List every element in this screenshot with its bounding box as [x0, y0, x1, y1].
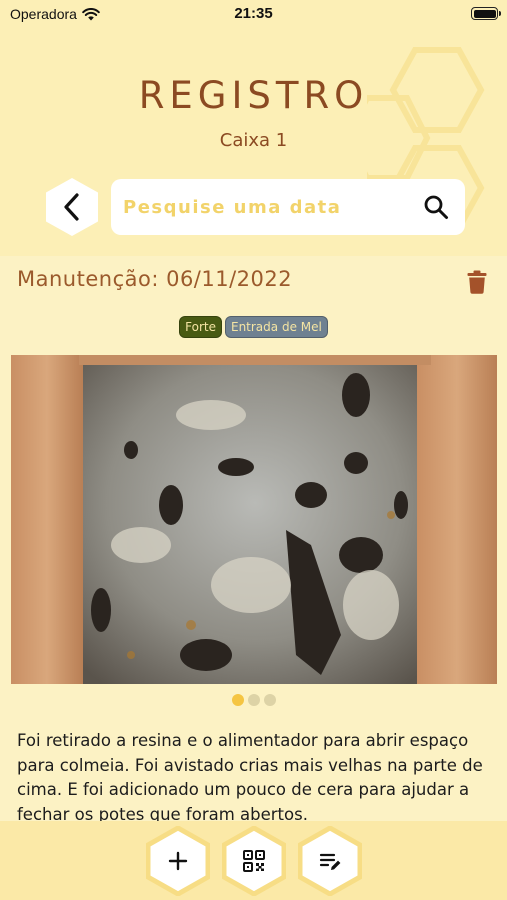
pagination-dot[interactable] — [231, 694, 244, 706]
search-icon[interactable] — [423, 194, 449, 220]
status-bar: Operadora 21:35 — [0, 0, 507, 30]
hive-subtitle: Caixa 1 — [219, 130, 288, 151]
pagination-dot[interactable] — [263, 694, 276, 706]
pagination-dot[interactable] — [247, 694, 260, 706]
clock: 21:35 — [234, 5, 273, 22]
battery-icon — [471, 7, 501, 20]
record-photo[interactable] — [11, 355, 497, 684]
edit-notes-button[interactable] — [298, 826, 362, 896]
edit-list-icon — [319, 853, 341, 870]
search-box[interactable] — [111, 179, 465, 235]
tag-list: Forte Entrada de Mel — [0, 316, 507, 338]
page-title: REGISTRO — [138, 74, 369, 117]
photo-pagination — [0, 694, 507, 706]
plus-icon — [168, 851, 188, 871]
qr-code-icon — [243, 850, 265, 872]
record-title: Manutenção: 06/11/2022 — [17, 267, 293, 291]
tag-forte: Forte — [179, 316, 222, 338]
qr-code-button[interactable] — [222, 826, 286, 896]
tag-entrada-de-mel: Entrada de Mel — [224, 316, 328, 338]
back-button[interactable] — [44, 177, 100, 237]
search-input[interactable] — [123, 196, 413, 218]
trash-icon[interactable] — [467, 270, 487, 294]
record-description: Foi retirado a resina e o alimentador pa… — [17, 731, 483, 824]
add-record-button[interactable] — [146, 826, 210, 896]
